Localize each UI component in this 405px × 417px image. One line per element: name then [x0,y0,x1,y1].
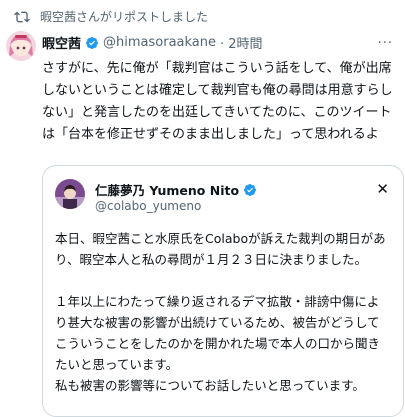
repost-indicator: 暇空茜さんがリポストしました [14,8,208,25]
tweet-timestamp[interactable]: · 2時間 [220,33,263,52]
quoted-paragraph: 本日、暇空茜こと水原氏をColaboが訴えた裁判の期日があり、暇空本人と私の尋問… [55,231,386,267]
quoted-author-handle[interactable]: @colabo_yumeno [95,199,201,213]
quoted-tweet-body: 本日、暇空茜こと水原氏をColaboが訴えた裁判の期日があり、暇空本人と私の尋問… [55,228,391,396]
quoted-author-avatar[interactable] [55,179,85,209]
more-options-icon[interactable]: ··· [378,36,393,51]
author-handle[interactable]: @himasoraakane [103,35,216,50]
author-avatar[interactable] [6,31,36,61]
quoted-tweet-card[interactable]: 仁藤夢乃 Yumeno Nito @colabo_yumeno ✕ 本日、暇空茜… [42,165,404,417]
repost-icon [14,11,30,22]
repost-label[interactable]: 暇空茜さんがリポストしました [40,8,208,25]
quoted-paragraph: 私も被害の影響等についてお話したいと思っています。 [55,378,365,393]
tweet-header: 暇空茜 @himasoraakane · 2時間 [42,33,395,52]
quoted-author-name[interactable]: 仁藤夢乃 Yumeno Nito [95,180,239,199]
quoted-author-row: 仁藤夢乃 Yumeno Nito [95,180,257,199]
tweet-body: さすがに、先に俺が「裁判官はこういう話をして、俺が出席しないということは確定して… [42,61,393,142]
close-icon[interactable]: ✕ [376,180,389,198]
quoted-paragraph: １年以上にわたって繰り返されるデマ拡散・誹謗中傷により甚大な被害の影響が出続けて… [55,294,381,372]
verified-badge-icon [244,183,257,196]
verified-badge-icon [86,36,98,49]
author-name[interactable]: 暇空茜 [42,33,81,52]
